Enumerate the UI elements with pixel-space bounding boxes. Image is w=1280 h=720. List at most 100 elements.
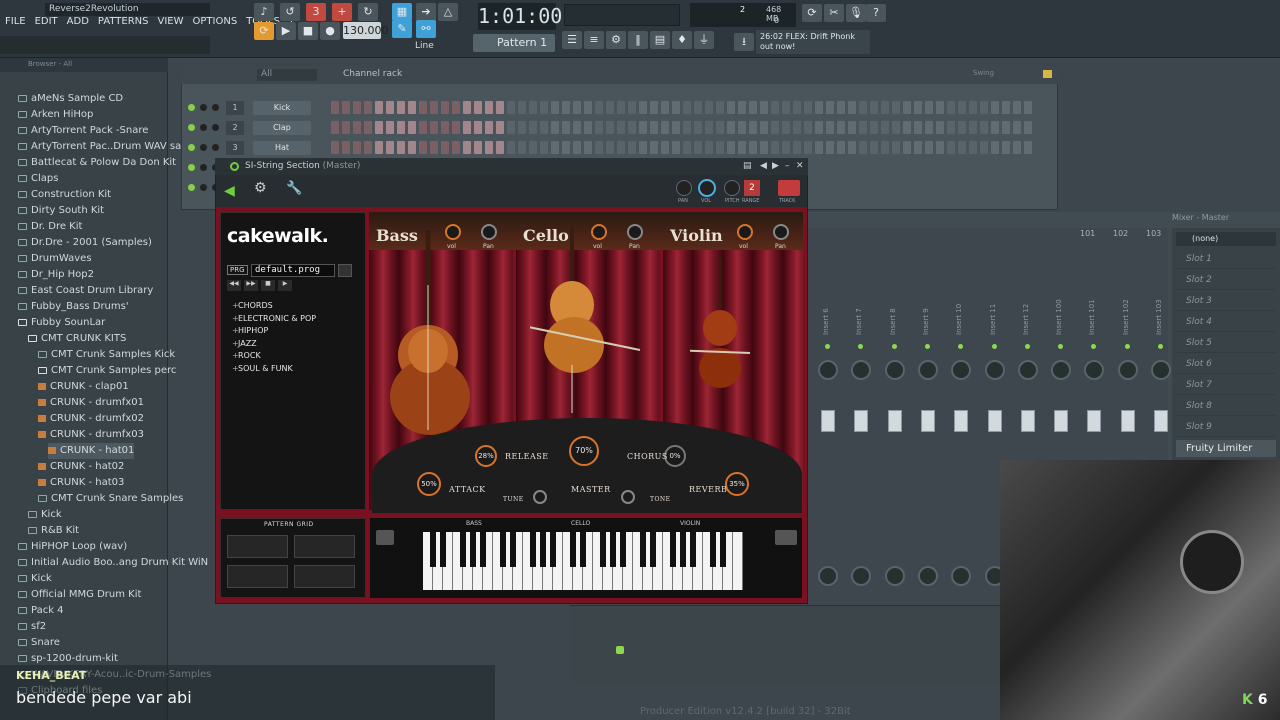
step-button[interactable]: [628, 101, 636, 114]
browser-item[interactable]: CRUNK - clap01: [38, 379, 129, 395]
mixer-fader[interactable]: [987, 410, 1002, 432]
program-menu-button[interactable]: [338, 264, 352, 277]
step-button[interactable]: [892, 141, 900, 154]
refresh-icon[interactable]: ⟳: [802, 4, 822, 22]
step-button[interactable]: [639, 141, 647, 154]
step-button[interactable]: [914, 101, 922, 114]
step-button[interactable]: [507, 121, 515, 134]
step-button[interactable]: [595, 101, 603, 114]
step-button[interactable]: [892, 101, 900, 114]
fx-slot[interactable]: Slot 7: [1176, 376, 1276, 395]
black-key[interactable]: [710, 532, 716, 567]
black-key[interactable]: [440, 532, 446, 567]
step-button[interactable]: [595, 141, 603, 154]
step-button[interactable]: [969, 121, 977, 134]
step-button[interactable]: [650, 141, 658, 154]
step-button[interactable]: [760, 121, 768, 134]
step-button[interactable]: [562, 121, 570, 134]
step-button[interactable]: [540, 141, 548, 154]
step-button[interactable]: [782, 121, 790, 134]
step-button[interactable]: [815, 141, 823, 154]
channel-mute-led[interactable]: [188, 184, 195, 191]
black-key[interactable]: [570, 532, 576, 567]
step-button[interactable]: [353, 101, 361, 114]
browser-item[interactable]: Dirty South Kit: [18, 203, 104, 219]
violin-pan-knob[interactable]: [773, 224, 789, 240]
step-button[interactable]: [331, 141, 339, 154]
browser-item[interactable]: East Coast Drum Library: [18, 283, 153, 299]
step-button[interactable]: [837, 101, 845, 114]
next-program-icon[interactable]: ▶▶: [244, 280, 258, 291]
step-button[interactable]: [650, 121, 658, 134]
step-button[interactable]: [353, 121, 361, 134]
master-knob[interactable]: 70%: [569, 436, 599, 466]
step-button[interactable]: [793, 141, 801, 154]
tune-knob[interactable]: [533, 490, 547, 504]
channel-knob[interactable]: [200, 124, 207, 131]
step-button[interactable]: [573, 121, 581, 134]
channel-mute-led[interactable]: [188, 144, 195, 151]
mixer-pan-knob[interactable]: [917, 360, 938, 380]
menu-edit[interactable]: EDIT: [35, 16, 58, 34]
step-button[interactable]: [551, 141, 559, 154]
mixer-fader[interactable]: [1120, 410, 1135, 432]
mixer-fader[interactable]: [1054, 410, 1069, 432]
step-button[interactable]: [716, 141, 724, 154]
category-item[interactable]: +SOUL & FUNK: [232, 363, 293, 375]
step-button[interactable]: [452, 101, 460, 114]
mixer-fader[interactable]: [1087, 410, 1102, 432]
wait-icon[interactable]: ↺: [280, 3, 300, 21]
step-button[interactable]: [551, 101, 559, 114]
step-button[interactable]: [584, 121, 592, 134]
step-button[interactable]: [463, 121, 471, 134]
step-button[interactable]: [859, 121, 867, 134]
record-icon[interactable]: ●: [320, 22, 340, 40]
step-button[interactable]: [716, 101, 724, 114]
tempo-display[interactable]: 130.000: [343, 22, 389, 39]
stop-preview-icon[interactable]: ■: [261, 280, 275, 291]
step-button[interactable]: [342, 141, 350, 154]
channel-rack-icon[interactable]: ⚙: [606, 31, 626, 49]
mixer-send-knob[interactable]: [917, 566, 938, 586]
step-button[interactable]: [760, 101, 768, 114]
step-button[interactable]: [485, 141, 493, 154]
step-button[interactable]: [859, 101, 867, 114]
mixer-pan-knob[interactable]: [884, 360, 905, 380]
track-button[interactable]: [778, 180, 800, 196]
step-button[interactable]: [936, 101, 944, 114]
step-button[interactable]: [353, 141, 361, 154]
step-button[interactable]: [639, 121, 647, 134]
step-button[interactable]: [892, 121, 900, 134]
step-button[interactable]: [881, 101, 889, 114]
browser-item[interactable]: Claps: [18, 171, 58, 187]
browser-item[interactable]: aMeNs Sample CD: [18, 91, 123, 107]
step-button[interactable]: [672, 141, 680, 154]
fx-slot-limiter[interactable]: Fruity Limiter: [1176, 440, 1276, 457]
step-button[interactable]: [683, 121, 691, 134]
step-button[interactable]: [617, 141, 625, 154]
step-button[interactable]: [881, 141, 889, 154]
step-button[interactable]: [925, 121, 933, 134]
step-button[interactable]: [705, 141, 713, 154]
browser-item[interactable]: sf2: [18, 619, 46, 635]
browser-item[interactable]: HiPHOP Loop (wav): [18, 539, 127, 555]
step-button[interactable]: [529, 121, 537, 134]
step-button[interactable]: [496, 121, 504, 134]
mixer-send-knob[interactable]: [818, 566, 838, 586]
plugin-close-icon[interactable]: ✕: [796, 158, 804, 175]
browser-item[interactable]: CRUNK - hat03: [38, 475, 124, 491]
mixer-fader[interactable]: [1020, 410, 1035, 432]
step-button[interactable]: [628, 121, 636, 134]
black-key[interactable]: [460, 532, 466, 567]
browser-item[interactable]: CMT CRUNK KITS: [28, 331, 126, 347]
pattern-mode-icon[interactable]: ⟳: [254, 22, 274, 40]
step-button[interactable]: [584, 141, 592, 154]
black-key[interactable]: [610, 532, 616, 567]
cut-icon[interactable]: ✂: [824, 4, 844, 22]
step-button[interactable]: [914, 141, 922, 154]
browser-item[interactable]: CRUNK - hat01: [48, 443, 135, 459]
piano-roll-icon[interactable]: ≡: [584, 31, 604, 49]
black-key[interactable]: [550, 532, 556, 567]
step-button[interactable]: [661, 141, 669, 154]
step-button[interactable]: [1013, 121, 1021, 134]
